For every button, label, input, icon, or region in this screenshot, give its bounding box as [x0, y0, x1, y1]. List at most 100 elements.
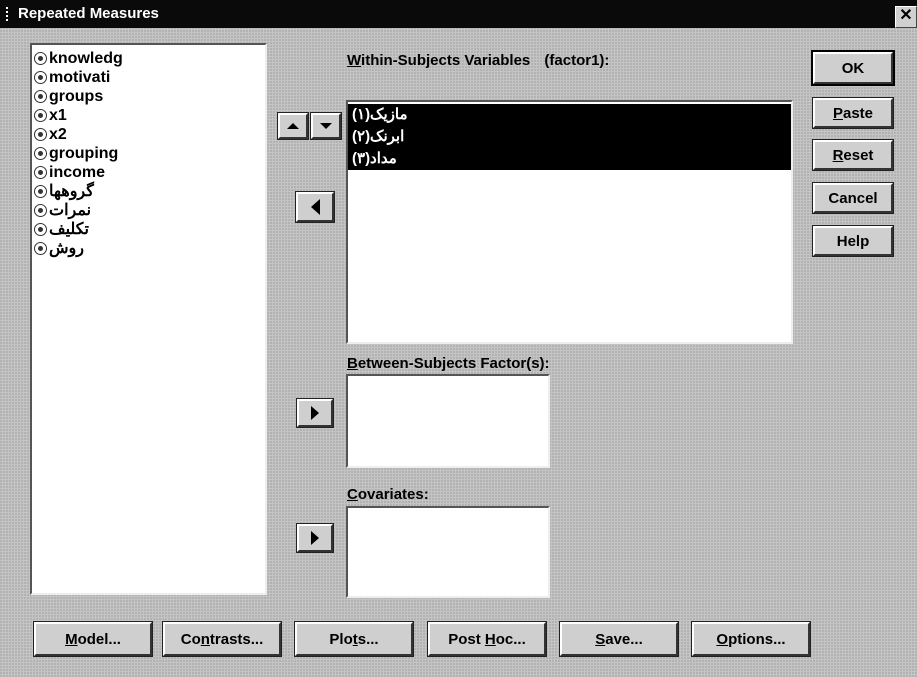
left-arrow-icon: [310, 199, 320, 215]
cancel-label: Cancel: [828, 189, 878, 207]
within-label-mnemonic: W: [347, 52, 362, 69]
within-subjects-list[interactable]: (مازیک(۱ (ابرنک(۲ (مداد(۳: [346, 100, 793, 344]
repeated-measures-dialog: Repeated Measures ✕ knowledg motivati grou…: [0, 0, 917, 677]
reset-label: Reset: [833, 147, 874, 164]
variable-name: knowledg: [49, 50, 123, 67]
covariates-label-mnemonic: C: [347, 486, 358, 503]
variable-item[interactable]: grouping: [34, 144, 263, 163]
numeric-variable-icon: [34, 242, 47, 255]
variable-name: grouping: [49, 145, 119, 162]
between-label-text: etween-Subjects Factor(s):: [357, 355, 550, 372]
reset-text: eset: [843, 146, 874, 164]
covariates-label-text: ovariates:: [357, 486, 429, 503]
title-bar: Repeated Measures: [0, 0, 917, 28]
contrasts-label: Contrasts...: [181, 631, 264, 648]
variable-item[interactable]: income: [34, 163, 263, 182]
numeric-variable-icon: [34, 109, 47, 122]
help-button[interactable]: Help: [812, 225, 894, 257]
ok-label: OK: [841, 59, 865, 77]
within-label-text: ithin-Subjects Variables: [361, 52, 531, 69]
paste-text: aste: [842, 104, 874, 122]
reset-button[interactable]: Reset: [812, 139, 894, 171]
numeric-variable-icon: [34, 166, 47, 179]
within-factor-name: (factor1):: [544, 52, 610, 69]
numeric-variable-icon: [34, 185, 47, 198]
plots-text-b: s...: [357, 630, 379, 648]
numeric-variable-icon: [34, 128, 47, 141]
options-mnemonic: O: [716, 630, 729, 648]
window-title: Repeated Measures: [18, 5, 159, 22]
variable-item[interactable]: motivati: [34, 68, 263, 87]
move-down-button[interactable]: [310, 112, 342, 140]
save-label: Save...: [595, 631, 643, 648]
covariates-list[interactable]: [346, 506, 550, 598]
model-button[interactable]: Model...: [33, 621, 153, 657]
up-arrow-icon: [287, 123, 299, 129]
options-label: Options...: [716, 631, 785, 648]
variable-item[interactable]: knowledg: [34, 49, 263, 68]
plots-text-a: Plo: [329, 630, 353, 648]
variable-name: x2: [49, 126, 67, 143]
plots-label: Plots...: [329, 631, 378, 648]
within-subjects-label: Within-Subjects Variables (factor1):: [347, 52, 609, 69]
paste-label: Paste: [833, 105, 873, 122]
between-subjects-list[interactable]: [346, 374, 550, 468]
post-hoc-button[interactable]: Post Hoc...: [427, 621, 547, 657]
variable-name: x1: [49, 107, 67, 124]
options-text: ptions...: [728, 630, 786, 648]
save-text: ave...: [605, 630, 643, 648]
plots-button[interactable]: Plots...: [294, 621, 414, 657]
reset-mnemonic: R: [832, 146, 844, 164]
remove-within-button[interactable]: [295, 191, 335, 223]
variable-name: تكليف: [49, 221, 89, 238]
paste-button[interactable]: Paste: [812, 97, 894, 129]
move-up-button[interactable]: [277, 112, 309, 140]
help-label: Help: [836, 232, 870, 250]
options-button[interactable]: Options...: [691, 621, 811, 657]
within-item-1[interactable]: (مازیک(۱: [348, 104, 791, 126]
within-item-3[interactable]: (مداد(۳: [348, 148, 791, 170]
right-arrow-icon: [311, 531, 319, 545]
model-text: odel...: [77, 630, 121, 648]
numeric-variable-icon: [34, 147, 47, 160]
variable-item[interactable]: روش: [34, 239, 263, 258]
numeric-variable-icon: [34, 71, 47, 84]
variable-item[interactable]: نمرات: [34, 201, 263, 220]
model-label: Model...: [65, 631, 121, 648]
numeric-variable-icon: [34, 52, 47, 65]
save-button[interactable]: Save...: [559, 621, 679, 657]
numeric-variable-icon: [34, 90, 47, 103]
variable-item[interactable]: تكليف: [34, 220, 263, 239]
contrasts-mnemonic: n: [200, 630, 210, 648]
between-label-mnemonic: B: [347, 355, 358, 372]
variable-name: income: [49, 164, 106, 181]
covariates-label: Covariates:: [347, 486, 429, 503]
variable-item[interactable]: x2: [34, 125, 263, 144]
save-mnemonic: S: [595, 630, 606, 648]
model-mnemonic: M: [65, 630, 78, 648]
ok-button[interactable]: OK: [811, 50, 895, 86]
variable-item[interactable]: groups: [34, 87, 263, 106]
system-menu-icon[interactable]: [6, 7, 14, 21]
right-arrow-icon: [311, 406, 319, 420]
within-item-2[interactable]: (ابرنک(۲: [348, 126, 791, 148]
post-hoc-text-a: Post: [448, 630, 485, 648]
variable-item[interactable]: x1: [34, 106, 263, 125]
contrasts-button[interactable]: Contrasts...: [162, 621, 282, 657]
between-subjects-label: Between-Subjects Factor(s):: [347, 355, 550, 372]
contrasts-text-a: Co: [180, 630, 201, 648]
variable-name: گروهها: [49, 183, 94, 200]
post-hoc-mnemonic: H: [484, 630, 496, 648]
variable-name: روش: [49, 240, 84, 257]
paste-mnemonic: P: [832, 104, 843, 122]
variable-name: groups: [49, 88, 104, 105]
add-covariate-button[interactable]: [296, 523, 334, 553]
close-button[interactable]: ✕: [895, 6, 917, 28]
down-arrow-icon: [320, 123, 332, 129]
contrasts-text-b: trasts...: [209, 630, 264, 648]
cancel-button[interactable]: Cancel: [812, 182, 894, 214]
variable-name: motivati: [49, 69, 111, 86]
add-between-factor-button[interactable]: [296, 398, 334, 428]
source-variable-list[interactable]: knowledg motivati groups x1 x2 grouping income…: [30, 43, 267, 595]
variable-item[interactable]: گروهها: [34, 182, 263, 201]
